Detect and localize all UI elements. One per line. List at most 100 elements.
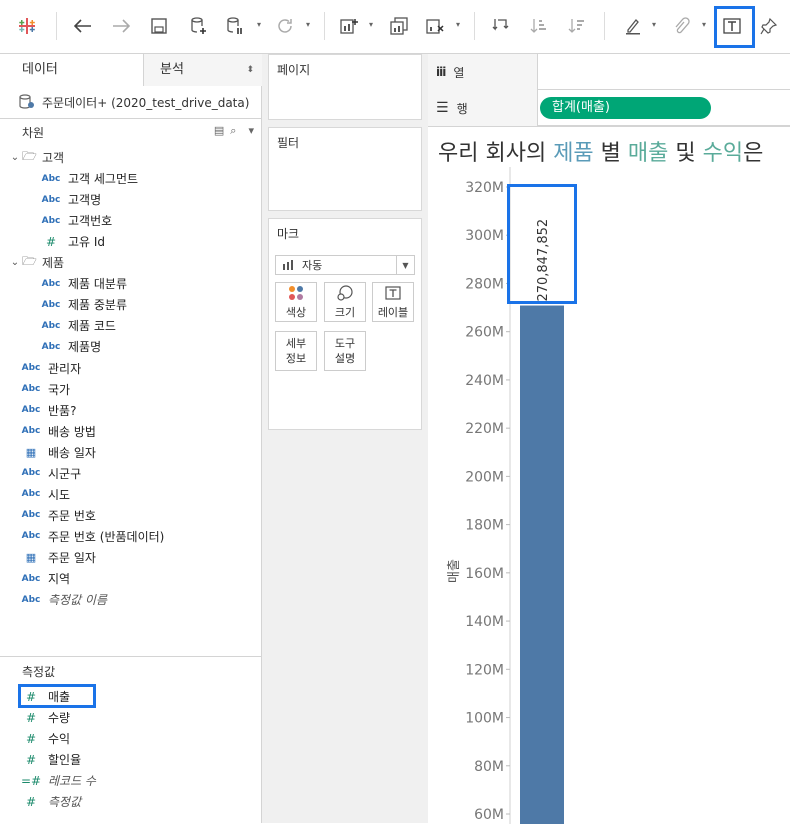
y-tick-label: 140M — [465, 614, 504, 630]
field-label: 제품 중분류 — [68, 298, 128, 313]
search-icon[interactable]: ⌕ — [230, 124, 236, 138]
measure-field[interactable]: =# 레코드 수 — [18, 770, 96, 791]
divider — [0, 656, 262, 657]
redo-icon[interactable] — [108, 12, 134, 40]
dimension-field[interactable]: Abc 주문 번호 (반품데이터) — [18, 526, 165, 547]
dimensions-tools: ▤ ⌕ ▾ — [214, 124, 254, 138]
tab-scroll-arrows-icon[interactable]: ⬍ — [246, 54, 254, 86]
y-axis-title: 매출 — [447, 559, 462, 583]
data-pane-tabs: 데이터 분석 ⬍ — [0, 54, 262, 86]
dimension-field[interactable]: Abc 제품 코드 — [38, 315, 116, 336]
label-button[interactable]: 레이블 — [372, 282, 414, 322]
chevron-down-icon[interactable]: ▾ — [257, 20, 267, 30]
datasource-icon — [19, 94, 34, 109]
y-tick-label: 160M — [465, 566, 504, 582]
measure-field[interactable]: # 수익 — [18, 728, 70, 749]
list-view-icon[interactable]: ▤ — [214, 124, 224, 138]
highlight-icon[interactable] — [620, 12, 646, 40]
y-tick-label: 300M — [465, 228, 504, 244]
folder-item[interactable]: ⌄ 🗁 고객 — [8, 147, 64, 168]
highlight-box-data-label — [507, 184, 577, 304]
y-tick-label: 60M — [474, 807, 504, 823]
pages-card[interactable]: 페이지 — [268, 54, 422, 120]
group-icon[interactable] — [668, 12, 694, 40]
refresh-icon[interactable] — [272, 12, 298, 40]
chevron-down-icon[interactable]: ⌄ — [8, 152, 22, 163]
measure-field[interactable]: # 할인율 — [18, 749, 81, 770]
save-icon[interactable] — [146, 12, 172, 40]
color-icon — [288, 284, 304, 302]
columns-shelf[interactable]: iii 열 — [428, 54, 790, 90]
sort-asc-icon[interactable] — [526, 12, 552, 40]
dimension-field[interactable]: Abc 지역 — [18, 568, 70, 589]
chevron-down-icon[interactable]: ⌄ — [8, 257, 22, 268]
mark-type-select[interactable]: 자동 ▼ — [275, 255, 415, 275]
field-label: 배송 일자 — [48, 445, 96, 460]
dimension-field[interactable]: Abc 고객 세그먼트 — [38, 168, 138, 189]
datasource-item[interactable]: 주문데이터+ (2020_test_drive_data) — [0, 86, 262, 118]
toolbar: ▾ ▾ ▾ ▾ ▾ ▾ — [0, 0, 790, 54]
new-worksheet-icon[interactable] — [336, 12, 362, 40]
filters-card[interactable]: 필터 — [268, 127, 422, 211]
undo-icon[interactable] — [70, 12, 96, 40]
tab-analysis[interactable]: 분석 ⬍ — [144, 54, 262, 86]
dimension-field[interactable]: Abc 국가 — [18, 379, 70, 400]
string-type-icon: Abc — [21, 489, 41, 500]
dimension-field[interactable]: Abc 시도 — [18, 484, 70, 505]
swap-icon[interactable] — [488, 12, 514, 40]
string-type-icon: Abc — [21, 531, 41, 542]
dimension-field[interactable]: Abc 제품 대분류 — [38, 273, 127, 294]
dimension-field[interactable]: ▦ 배송 일자 — [18, 442, 96, 463]
tableau-logo-icon[interactable] — [14, 12, 40, 40]
dimension-field[interactable]: Abc 고객명 — [38, 189, 102, 210]
dimension-field[interactable]: Abc 관리자 — [18, 358, 82, 379]
bar-mark[interactable] — [520, 305, 564, 824]
dimension-field[interactable]: Abc 고객번호 — [38, 210, 113, 231]
dimension-field[interactable]: Abc 제품 중분류 — [38, 294, 127, 315]
rows-pill-sum-sales[interactable]: 합계(매출) — [540, 97, 711, 119]
tab-data[interactable]: 데이터 — [0, 54, 144, 86]
dimension-field[interactable]: Abc 주문 번호 — [18, 505, 96, 526]
measure-field[interactable]: # 측정값 — [18, 791, 81, 812]
new-datasource-icon[interactable] — [186, 12, 212, 40]
pause-update-icon[interactable] — [222, 12, 248, 40]
size-button[interactable]: 크기 — [324, 282, 366, 322]
string-type-icon: Abc — [21, 573, 41, 584]
sort-desc-icon[interactable] — [564, 12, 590, 40]
chevron-down-icon[interactable]: ▾ — [306, 20, 316, 30]
field-label: 시군구 — [48, 466, 82, 481]
chevron-down-icon[interactable]: ▾ — [652, 20, 662, 30]
rows-icon: ☰ — [436, 100, 449, 116]
dimension-field[interactable]: Abc 반품? — [18, 400, 77, 421]
dimension-field[interactable]: Abc 배송 방법 — [18, 421, 96, 442]
rows-shelf[interactable]: ☰ 행 합계(매출) — [428, 90, 790, 126]
chevron-down-icon[interactable]: ▾ — [369, 20, 379, 30]
clear-sheet-icon[interactable] — [422, 12, 448, 40]
dimension-field[interactable]: ▦ 주문 일자 — [18, 547, 96, 568]
field-label: 주문 번호 (반품데이터) — [48, 529, 165, 544]
bar-chart-icon — [283, 260, 293, 270]
chevron-down-icon[interactable]: ▼ — [396, 256, 414, 274]
number-type-icon: # — [25, 752, 37, 767]
chevron-down-icon[interactable]: ▾ — [702, 20, 712, 30]
chevron-down-icon[interactable]: ▾ — [248, 124, 254, 138]
measure-field[interactable]: # 수량 — [18, 707, 70, 728]
dimension-field[interactable]: Abc 측정값 이름 — [18, 589, 107, 610]
dimension-field[interactable]: Abc 제품명 — [38, 336, 102, 357]
measures-header: 측정값 — [0, 660, 262, 682]
dimension-field[interactable]: Abc 시군구 — [18, 463, 82, 484]
field-label: 수량 — [48, 711, 71, 725]
pin-icon[interactable] — [756, 12, 782, 40]
color-button[interactable]: 색상 — [275, 282, 317, 322]
measures-header-label: 측정값 — [22, 664, 56, 679]
folder-item[interactable]: ⌄ 🗁 제품 — [8, 252, 64, 273]
tooltip-button[interactable]: 도구 설명 — [324, 331, 366, 371]
string-type-icon: Abc — [41, 278, 61, 289]
detail-button[interactable]: 세부 정보 — [275, 331, 317, 371]
date-type-icon: ▦ — [25, 550, 37, 564]
dimension-field[interactable]: # 고유 Id — [38, 231, 105, 252]
label-label: 레이블 — [377, 306, 409, 319]
chevron-down-icon[interactable]: ▾ — [456, 20, 466, 30]
data-pane: 데이터 분석 ⬍ 주문데이터+ (2020_test_drive_data) 차원… — [0, 54, 262, 823]
duplicate-sheet-icon[interactable] — [386, 12, 412, 40]
